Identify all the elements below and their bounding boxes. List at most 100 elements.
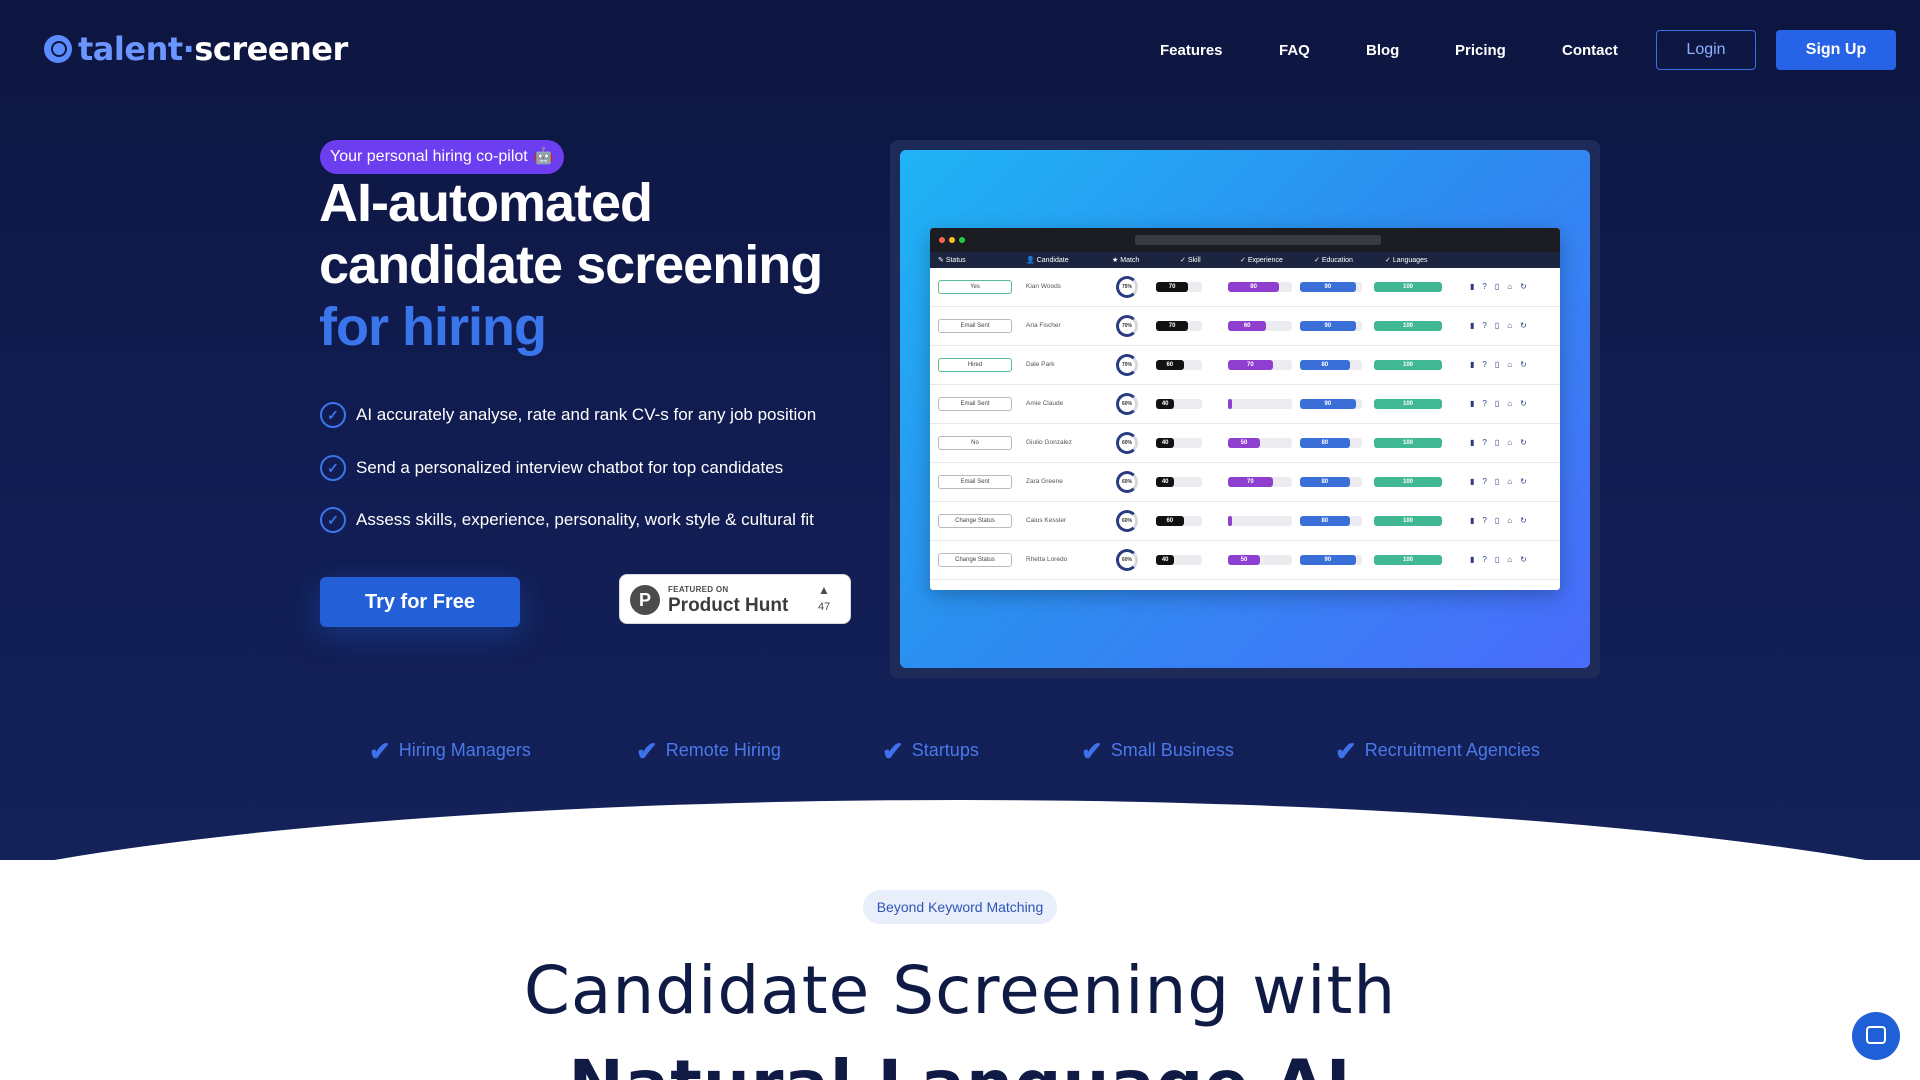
skill-bar: 70 [1156, 282, 1202, 292]
nav-blog[interactable]: Blog [1366, 42, 1399, 59]
experience-fill [1228, 399, 1232, 409]
experience-bar: 50 [1228, 438, 1292, 448]
row-action-icons[interactable]: ▮?▯⌂↻ [1470, 555, 1535, 564]
status-select[interactable]: Hired [938, 358, 1012, 372]
logo-part2: screener [194, 30, 348, 68]
row-action-icons[interactable]: ▮?▯⌂↻ [1470, 321, 1535, 330]
product-hunt-count: 47 [818, 601, 831, 613]
status-select[interactable]: No [938, 436, 1012, 450]
hero-title-line3: for hiring [319, 297, 547, 357]
experience-bar: 50 [1228, 555, 1292, 565]
languages-fill: 100 [1374, 321, 1442, 331]
hero-bullet-text: Assess skills, experience, personality, … [356, 510, 814, 529]
education-bar: 90 [1300, 282, 1362, 292]
login-button[interactable]: Login [1656, 30, 1756, 70]
skill-fill: 60 [1156, 516, 1184, 526]
skill-fill: 40 [1156, 555, 1175, 565]
try-for-free-button[interactable]: Try for Free [320, 577, 520, 627]
column-status: ✎ Status [938, 257, 966, 264]
match-ring: 70% [1116, 354, 1138, 376]
chat-icon [1866, 1026, 1886, 1044]
browser-url-bar [1135, 235, 1381, 245]
row-action-icons[interactable]: ▮?▯⌂↻ [1470, 477, 1535, 486]
languages-bar: 100 [1374, 477, 1442, 487]
languages-fill: 100 [1374, 477, 1442, 487]
candidate-name: Kian Woods [1026, 283, 1061, 290]
status-select[interactable]: Email Sent [938, 397, 1012, 411]
column-candidate: 👤 Candidate [1026, 257, 1069, 264]
skill-bar: 40 [1156, 399, 1202, 409]
education-bar: 90 [1300, 321, 1362, 331]
languages-bar: 100 [1374, 555, 1442, 565]
languages-fill: 100 [1374, 438, 1442, 448]
table-row: No Giulio Gonzalez 60% 40 50 80 100 ▮?▯⌂↻ [930, 424, 1560, 463]
audience-item: ✔ Recruitment Agencies [1335, 738, 1540, 764]
audience-label: Startups [911, 740, 979, 760]
languages-bar: 100 [1374, 321, 1442, 331]
experience-bar [1228, 399, 1292, 409]
nav-faq[interactable]: FAQ [1279, 42, 1310, 59]
experience-bar: 70 [1228, 477, 1292, 487]
audience-label: Hiring Managers [398, 740, 531, 760]
status-select[interactable]: Change Status [938, 553, 1012, 567]
languages-fill: 100 [1374, 516, 1442, 526]
row-action-icons[interactable]: ▮?▯⌂↻ [1470, 516, 1535, 525]
hero-bullet-text: Send a personalized interview chatbot fo… [356, 458, 784, 477]
match-ring: 60% [1116, 549, 1138, 571]
skill-fill: 40 [1156, 477, 1175, 487]
nav-contact[interactable]: Contact [1562, 42, 1618, 59]
hero-title-line2: candidate screening [319, 235, 823, 295]
languages-bar: 100 [1374, 282, 1442, 292]
hero-pill: Your personal hiring co-pilot 🤖 [320, 140, 564, 174]
status-select[interactable]: Change Status [938, 514, 1012, 528]
skill-bar: 70 [1156, 321, 1202, 331]
nav-features[interactable]: Features [1160, 42, 1223, 59]
match-ring: 60% [1116, 432, 1138, 454]
row-action-icons[interactable]: ▮?▯⌂↻ [1470, 438, 1535, 447]
candidate-name: Rhetta Loredo [1026, 556, 1068, 563]
table-row: Yes Kian Woods 75% 70 80 90 100 ▮?▯⌂↻ [930, 268, 1560, 307]
window-max-dot [959, 237, 965, 243]
candidate-name: Dale Park [1026, 361, 1055, 368]
section-tag: Beyond Keyword Matching [863, 890, 1057, 924]
education-bar: 80 [1300, 438, 1362, 448]
status-select[interactable]: Email Sent [938, 319, 1012, 333]
logo-separator: · [182, 30, 195, 68]
chat-widget-button[interactable] [1852, 1012, 1900, 1060]
signup-button[interactable]: Sign Up [1776, 30, 1896, 70]
check-icon: ✔ [369, 735, 391, 766]
app-preview-screen: ✎ Status 👤 Candidate ★ Match ✓ Skill ✓ E… [930, 228, 1560, 590]
skill-fill: 70 [1156, 321, 1189, 331]
check-circle-icon: ✓ [320, 507, 346, 533]
languages-bar: 100 [1374, 516, 1442, 526]
status-select[interactable]: Email Sent [938, 475, 1012, 489]
skill-bar: 40 [1156, 438, 1202, 448]
check-icon: ✔ [882, 735, 904, 766]
match-ring: 75% [1116, 276, 1138, 298]
table-row: Email Sent Aria Fischer 70% 70 60 90 100 ▮?▯⌂↻ [930, 307, 1560, 346]
row-action-icons[interactable]: ▮?▯⌂↻ [1470, 399, 1535, 408]
table-row: Hired Dale Park 70% 60 70 80 100 ▮?▯⌂↻ [930, 346, 1560, 385]
robot-icon: 🤖 [533, 148, 554, 165]
education-fill: 80 [1300, 477, 1350, 487]
column-match: ★ Match [1112, 257, 1140, 264]
hero-curve-divider [0, 800, 1920, 860]
table-row: Email Sent Zara Greene 60% 40 70 80 100 ▮?▯⌂↻ [930, 463, 1560, 502]
candidate-name: Giulio Gonzalez [1026, 439, 1072, 446]
languages-fill: 100 [1374, 555, 1442, 565]
check-circle-icon: ✓ [320, 402, 346, 428]
hero-bullet: ✓ Send a personalized interview chatbot … [320, 455, 783, 481]
hero-bullet-text: AI accurately analyse, rate and rank CV-… [356, 405, 817, 424]
row-action-icons[interactable]: ▮?▯⌂↻ [1470, 360, 1535, 369]
match-ring: 60% [1116, 393, 1138, 415]
logo[interactable]: talent·screener [44, 30, 348, 68]
product-hunt-badge[interactable]: P FEATURED ON Product Hunt ▲ 47 [619, 574, 851, 624]
nav-pricing[interactable]: Pricing [1455, 42, 1506, 59]
check-icon: ✔ [636, 735, 658, 766]
row-action-icons[interactable]: ▮?▯⌂↻ [1470, 282, 1535, 291]
status-select[interactable]: Yes [938, 280, 1012, 294]
experience-fill: 70 [1228, 477, 1273, 487]
product-hunt-icon: P [630, 585, 660, 615]
table-header: ✎ Status 👤 Candidate ★ Match ✓ Skill ✓ E… [930, 252, 1560, 268]
hero-bullet: ✓ AI accurately analyse, rate and rank C… [320, 402, 816, 428]
